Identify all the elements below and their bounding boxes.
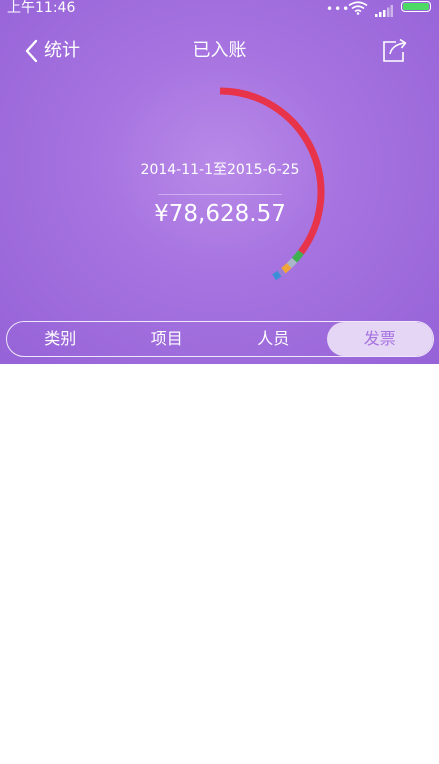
ring-segment-2 <box>291 250 304 263</box>
tab-people[interactable]: 人员 <box>220 322 327 356</box>
summary-panel: 上午11:46 ••• 统计 已入账 2014-11-1至2015-6-25 ¥… <box>0 0 439 364</box>
date-range: 2014-11-1至2015-6-25 <box>140 162 300 178</box>
ring-segment-6 <box>272 270 282 281</box>
total-amount: ¥78,628.57 <box>154 201 286 227</box>
tab-invoice[interactable]: 发票 <box>326 322 433 356</box>
ring-segment-4 <box>281 263 292 274</box>
ring-segment-5 <box>277 267 286 277</box>
tab-category[interactable]: 类别 <box>7 322 114 356</box>
tab-label: 类别 <box>44 329 77 348</box>
tab-bar: 类别 项目 人员 发票 <box>6 321 434 357</box>
ring-segment-3 <box>286 257 298 269</box>
divider <box>158 194 282 195</box>
tab-project[interactable]: 项目 <box>114 322 221 356</box>
tab-label: 项目 <box>150 329 183 348</box>
tab-label: 发票 <box>363 329 396 348</box>
tab-label: 人员 <box>257 329 290 348</box>
progress-ring <box>219 87 325 281</box>
